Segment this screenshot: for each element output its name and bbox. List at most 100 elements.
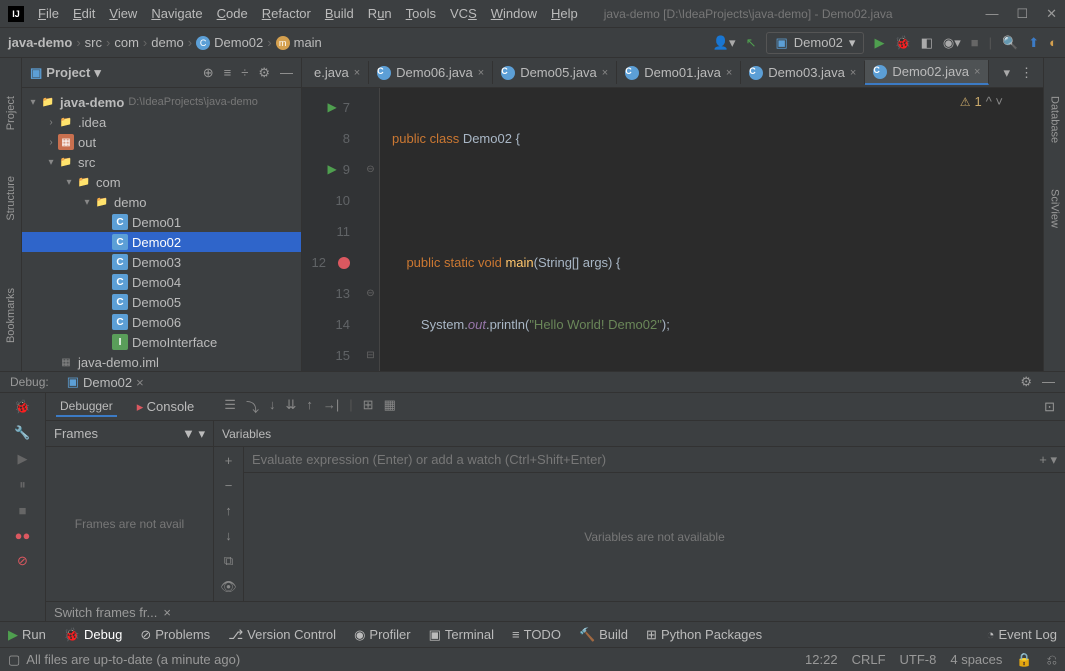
- up-icon[interactable]: ↑: [225, 503, 232, 518]
- tree-src[interactable]: ▾ 📁 src: [22, 152, 301, 172]
- editor-tab[interactable]: CDemo06.java×: [369, 61, 493, 84]
- editor-tab[interactable]: CDemo03.java×: [741, 61, 865, 84]
- trace-icon[interactable]: ▦: [384, 397, 396, 416]
- tab-structure[interactable]: Structure: [3, 168, 19, 229]
- pause-icon[interactable]: ⏸: [19, 477, 26, 493]
- menu-build[interactable]: Build: [319, 4, 360, 23]
- tree-root[interactable]: ▾ 📁 java-demo D:\IdeaProjects\java-demo: [22, 92, 301, 112]
- expand-all-icon[interactable]: ≡: [224, 65, 232, 81]
- menu-run[interactable]: Run: [362, 4, 398, 23]
- menu-view[interactable]: View: [103, 4, 143, 23]
- fold-icon[interactable]: ⊖: [362, 278, 379, 309]
- show-watches-icon[interactable]: 👁: [220, 579, 237, 595]
- tab-console[interactable]: ▸ Console: [133, 397, 199, 417]
- add-user-icon[interactable]: 👤▾: [713, 35, 736, 51]
- breakpoint-icon[interactable]: [338, 257, 350, 269]
- close-icon[interactable]: ×: [136, 375, 144, 390]
- profile-icon[interactable]: ◉▾: [943, 35, 961, 51]
- breadcrumb-com[interactable]: com: [114, 35, 139, 50]
- tab-project[interactable]: Project: [3, 88, 19, 138]
- status-time[interactable]: 12:22: [805, 652, 838, 668]
- close-icon[interactable]: ×: [726, 67, 732, 79]
- menu-refactor[interactable]: Refactor: [256, 4, 317, 23]
- breadcrumb-class[interactable]: Demo02: [214, 35, 263, 50]
- code-text[interactable]: public class Demo02 { public static void…: [380, 88, 1043, 371]
- lock-icon[interactable]: 🔒: [1016, 652, 1032, 668]
- tab-debug[interactable]: 🐞Debug: [64, 627, 123, 643]
- coverage-icon[interactable]: ◧: [921, 35, 933, 51]
- tab-run[interactable]: ▶Run: [8, 627, 46, 643]
- tab-problems[interactable]: ⊘Problems: [140, 627, 210, 643]
- tab-todo[interactable]: ≡TODO: [512, 627, 561, 642]
- close-icon[interactable]: ×: [850, 67, 856, 79]
- ide-settings-icon[interactable]: ◐: [1049, 35, 1057, 50]
- breadcrumb-method[interactable]: main: [294, 35, 322, 50]
- hide-icon[interactable]: —: [280, 65, 293, 81]
- run-gutter-icon[interactable]: ▶: [328, 154, 337, 185]
- evaluate-input[interactable]: Evaluate expression (Enter) or add a wat…: [244, 447, 1065, 473]
- remove-watch-icon[interactable]: −: [225, 478, 233, 493]
- run-icon[interactable]: ▶: [874, 35, 884, 51]
- select-opened-icon[interactable]: ⊕: [203, 65, 214, 81]
- down-icon[interactable]: ↓: [225, 528, 232, 543]
- run-config-selector[interactable]: ▣ Demo02 ▾: [766, 32, 864, 54]
- gear-icon[interactable]: ⚙: [1020, 374, 1032, 390]
- tab-debugger[interactable]: Debugger: [56, 397, 117, 417]
- step-into-icon[interactable]: ↓: [269, 397, 276, 416]
- maximize-icon[interactable]: ☐: [1016, 6, 1028, 22]
- inspection-badge[interactable]: ⚠ 1 ^ ˅: [960, 94, 1003, 109]
- collapse-all-icon[interactable]: ÷: [241, 65, 248, 81]
- status-encoding[interactable]: UTF-8: [900, 652, 937, 668]
- minimize-icon[interactable]: —: [985, 6, 998, 22]
- status-icon[interactable]: ▢: [8, 652, 20, 668]
- close-icon[interactable]: ✕: [1046, 6, 1057, 22]
- tree-item[interactable]: C Demo03: [22, 252, 301, 272]
- tree-demo[interactable]: ▾ 📁 demo: [22, 192, 301, 212]
- code-editor[interactable]: ⚠ 1 ^ ˅ ▶7 8 ▶9 10 11 12 13 14 15 ⊖ ⊖ ⊟ …: [302, 88, 1043, 371]
- layout-icon[interactable]: ⊡: [1044, 399, 1055, 415]
- update-icon[interactable]: ⬆: [1028, 35, 1039, 51]
- editor-tab[interactable]: CDemo01.java×: [617, 61, 741, 84]
- filter-icon[interactable]: ▼: [182, 426, 195, 441]
- editor-tab[interactable]: e.java×: [306, 61, 369, 84]
- more-icon[interactable]: ⋮: [1020, 65, 1033, 81]
- tab-vcs[interactable]: ⎇Version Control: [228, 627, 336, 643]
- menu-file[interactable]: File: [32, 4, 65, 23]
- debug-config-tab[interactable]: ▣ Demo02 ×: [59, 372, 152, 392]
- menu-edit[interactable]: Edit: [67, 4, 101, 23]
- tab-profiler[interactable]: ◉Profiler: [354, 627, 411, 643]
- stop-icon[interactable]: ■: [971, 35, 979, 50]
- force-step-into-icon[interactable]: ⇊: [285, 397, 296, 416]
- tab-database[interactable]: Database: [1047, 88, 1063, 151]
- run-to-cursor-icon[interactable]: →|: [323, 397, 339, 416]
- editor-tab[interactable]: CDemo05.java×: [493, 61, 617, 84]
- hide-icon[interactable]: —: [1042, 374, 1055, 390]
- back-icon[interactable]: ↖: [746, 35, 757, 51]
- gear-icon[interactable]: ⚙: [258, 65, 270, 81]
- step-out-icon[interactable]: ↑: [306, 397, 313, 416]
- menu-tools[interactable]: Tools: [400, 4, 442, 23]
- breadcrumb-demo[interactable]: demo: [151, 35, 184, 50]
- chevron-down-icon[interactable]: ▾: [1003, 65, 1010, 81]
- close-icon[interactable]: ×: [478, 67, 484, 79]
- tree-item[interactable]: I DemoInterface: [22, 332, 301, 352]
- search-icon[interactable]: 🔍: [1002, 35, 1018, 51]
- debug-icon[interactable]: 🐞: [894, 35, 910, 51]
- rerun-icon[interactable]: 🐞: [14, 399, 30, 415]
- breadcrumb-src[interactable]: src: [85, 35, 102, 50]
- fold-icon[interactable]: ⊖: [362, 154, 379, 185]
- tree-item[interactable]: C Demo06: [22, 312, 301, 332]
- copy-icon[interactable]: ⧉: [224, 553, 233, 569]
- menu-code[interactable]: Code: [211, 4, 254, 23]
- close-icon[interactable]: ×: [602, 67, 608, 79]
- run-gutter-icon[interactable]: ▶: [328, 92, 337, 123]
- tree-out[interactable]: › ▦ out: [22, 132, 301, 152]
- fold-end-icon[interactable]: ⊟: [362, 340, 379, 371]
- modify-icon[interactable]: 🔧: [14, 425, 30, 441]
- tab-eventlog[interactable]: ◔Event Log: [987, 627, 1057, 642]
- chevron-down-icon[interactable]: ▾: [198, 426, 205, 441]
- tree-item[interactable]: C Demo02: [22, 232, 301, 252]
- tab-sciview[interactable]: SciView: [1047, 181, 1063, 236]
- close-icon[interactable]: ×: [974, 66, 980, 78]
- menu-window[interactable]: Window: [485, 4, 543, 23]
